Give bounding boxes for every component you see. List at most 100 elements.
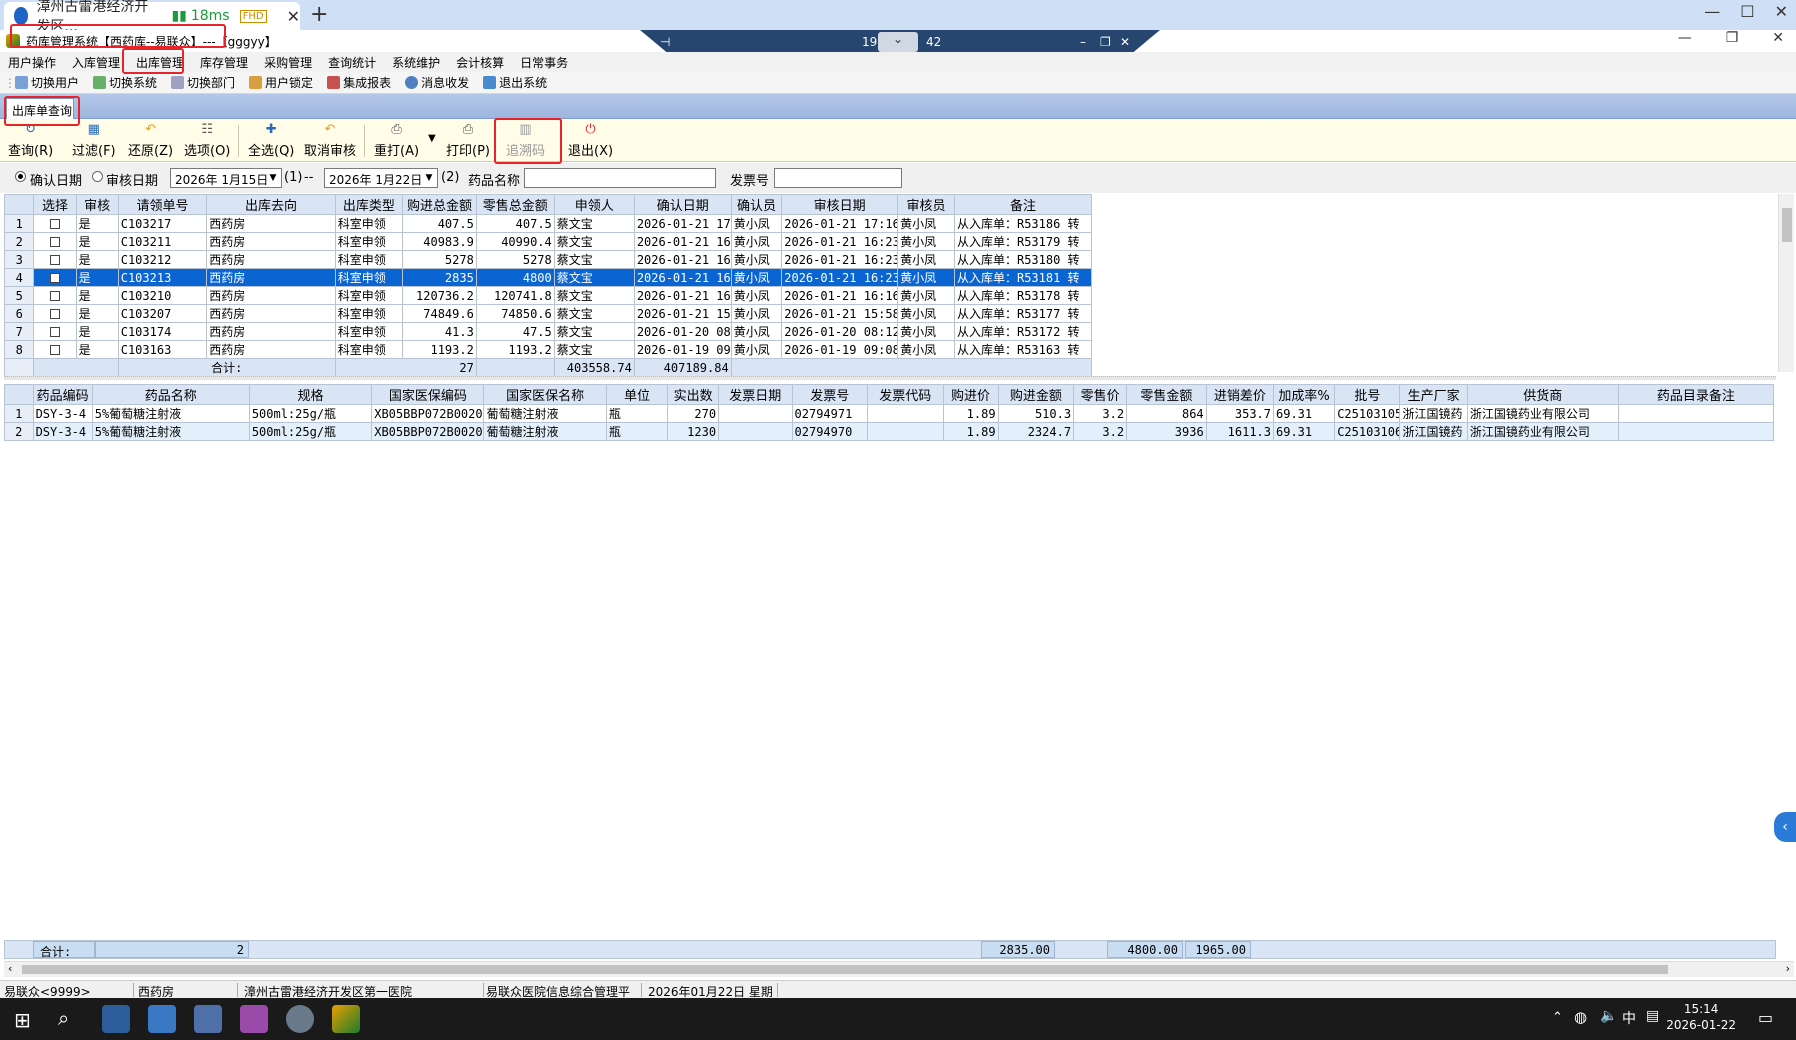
column-header[interactable]: 确认员 — [730, 194, 783, 215]
scroll-thumb[interactable] — [22, 965, 1668, 974]
switch-user-button[interactable]: 切换用户 — [8, 74, 86, 91]
column-header[interactable]: 发票日期 — [718, 384, 793, 405]
select-checkbox[interactable] — [50, 345, 61, 355]
ime-mode-icon[interactable]: ▤ — [1646, 1008, 1659, 1024]
side-panel-toggle-icon[interactable]: ‹ — [1774, 812, 1796, 842]
start-date-picker[interactable]: 2026年 1月15日 ▼ — [170, 168, 282, 188]
select-checkbox[interactable] — [50, 291, 61, 301]
filter-button[interactable]: ▦ 过滤(F) — [72, 122, 116, 159]
taskbar-app-icon[interactable] — [240, 1005, 268, 1033]
select-checkbox[interactable] — [50, 255, 61, 265]
select-checkbox-cell[interactable] — [33, 250, 77, 269]
exit-button[interactable]: ⏻ 退出(X) — [568, 122, 613, 159]
column-header[interactable]: 发票号 — [791, 384, 869, 405]
remote-close-icon[interactable]: ✕ — [1120, 35, 1130, 49]
column-header[interactable]: 购进价 — [942, 384, 999, 405]
column-header[interactable]: 单位 — [605, 384, 669, 405]
taskbar-app-icon[interactable] — [102, 1005, 130, 1033]
windows-start-icon[interactable]: ⊞ — [14, 1008, 31, 1032]
select-checkbox-cell[interactable] — [33, 340, 77, 359]
messages-button[interactable]: 消息收发 — [398, 74, 476, 91]
restore-button[interactable]: ↶ 还原(Z) — [128, 122, 173, 159]
options-button[interactable]: ☷ 选项(O) — [184, 122, 230, 159]
column-header[interactable]: 供货商 — [1466, 384, 1619, 405]
column-header[interactable]: 生产厂家 — [1399, 384, 1468, 405]
select-checkbox-cell[interactable] — [33, 268, 77, 287]
select-checkbox[interactable] — [50, 309, 61, 319]
column-header[interactable]: 请领单号 — [117, 194, 208, 215]
menu-user-ops[interactable]: 用户操作 — [0, 54, 64, 71]
table-row[interactable]: 1 DSY-3-4 5%葡萄糖注射液 500ml:25g/瓶 XB05BBP072B00… — [4, 404, 1775, 423]
table-row[interactable]: 8 是 C103163 西药房 科室申领 1193.2 1193.2 蔡文宝 2026-01-1… — [3, 340, 1093, 359]
column-header[interactable]: 零售总金额 — [475, 194, 555, 215]
menu-accounting[interactable]: 会计核算 — [448, 54, 512, 71]
column-header[interactable]: 药品名称 — [91, 384, 250, 405]
column-header[interactable]: 审核员 — [897, 194, 955, 215]
column-header[interactable]: 零售价 — [1073, 384, 1128, 405]
switch-dept-button[interactable]: 切换部门 — [164, 74, 242, 91]
select-checkbox-cell[interactable] — [33, 322, 77, 341]
table-row[interactable]: 2 DSY-3-4 5%葡萄糖注射液 500ml:25g/瓶 XB05BBP072B00… — [4, 422, 1775, 441]
column-header[interactable]: 批号 — [1334, 384, 1401, 405]
scroll-right-icon[interactable]: › — [1786, 962, 1790, 975]
column-header[interactable]: 零售金额 — [1126, 384, 1207, 405]
column-header[interactable]: 发票代码 — [867, 384, 944, 405]
invoice-input[interactable] — [774, 168, 902, 188]
table-row[interactable]: 3 是 C103212 西药房 科室申领 5278 5278 蔡文宝 2026-01-21 16… — [3, 250, 1093, 269]
column-header[interactable]: 审核日期 — [781, 194, 899, 215]
menu-query-stats[interactable]: 查询统计 — [320, 54, 384, 71]
notification-icon[interactable]: ▭ — [1758, 1008, 1773, 1027]
column-header[interactable]: 备注 — [953, 194, 1093, 215]
table-row[interactable]: 5 是 C103210 西药房 科室申领 120736.2 120741.8 蔡文宝 2026-… — [3, 286, 1093, 305]
table-row[interactable]: 6 是 C103207 西药房 科室申领 74849.6 74850.6 蔡文宝 2026-01… — [3, 304, 1093, 323]
app-minimize-icon[interactable]: — — [1678, 30, 1692, 46]
table-row[interactable]: 2 是 C103211 西药房 科室申领 40983.9 40990.4 蔡文宝 2026-01… — [3, 232, 1093, 251]
column-header[interactable]: 加成率% — [1272, 384, 1336, 405]
column-header[interactable]: 实出数 — [667, 384, 720, 405]
menu-purchase[interactable]: 采购管理 — [256, 54, 320, 71]
select-checkbox-cell[interactable] — [33, 286, 77, 305]
remote-chevron-down-icon[interactable]: ⌄ — [878, 32, 918, 52]
grid-splitter[interactable] — [4, 376, 1776, 380]
table-row[interactable]: 7 是 C103174 西药房 科室申领 41.3 47.5 蔡文宝 2026-01-20 08… — [3, 322, 1093, 341]
maximize-icon[interactable]: ☐ — [1740, 2, 1754, 21]
select-all-button[interactable]: ✚ 全选(Q) — [248, 122, 294, 159]
column-header[interactable]: 购进总金额 — [402, 194, 477, 215]
taskbar-clock[interactable]: 15:14 2026-01-22 — [1666, 1001, 1736, 1033]
scroll-left-icon[interactable]: ‹ — [8, 962, 12, 975]
chevron-down-icon[interactable]: ▼ — [422, 170, 436, 186]
select-checkbox-cell[interactable] — [33, 232, 77, 251]
column-header[interactable]: 进销差价 — [1205, 384, 1275, 405]
column-header[interactable]: 规格 — [248, 384, 373, 405]
chevron-down-icon[interactable]: ▼ — [266, 170, 280, 186]
select-checkbox-cell[interactable] — [33, 214, 77, 233]
pin-icon[interactable]: ⊣ — [660, 35, 670, 49]
column-header[interactable]: 国家医保名称 — [483, 384, 607, 405]
new-tab-button[interactable]: + — [310, 2, 328, 27]
column-header[interactable]: 审核 — [75, 194, 119, 215]
ime-indicator[interactable]: 中 — [1622, 1008, 1636, 1028]
drug-name-input[interactable] — [524, 168, 716, 188]
column-header[interactable]: 药品编码 — [32, 384, 93, 405]
column-header[interactable]: 选择 — [33, 194, 77, 215]
scroll-thumb[interactable] — [1782, 208, 1792, 242]
menu-inbound[interactable]: 入库管理 — [64, 54, 128, 71]
select-checkbox[interactable] — [50, 237, 61, 247]
select-checkbox[interactable] — [50, 273, 61, 283]
column-header[interactable]: 购进金额 — [997, 384, 1075, 405]
cancel-audit-button[interactable]: ↶ 取消审核 — [304, 122, 356, 159]
column-header[interactable]: 申领人 — [553, 194, 635, 215]
column-header[interactable]: 出库类型 — [334, 194, 404, 215]
menu-daily[interactable]: 日常事务 — [512, 54, 576, 71]
taskbar-app-icon[interactable] — [194, 1005, 222, 1033]
select-checkbox[interactable] — [50, 219, 61, 229]
table-row[interactable]: 1 是 C103217 西药房 科室申领 407.5 407.5 蔡文宝 2026-01-21 … — [3, 214, 1093, 233]
column-header[interactable]: 药品目录备注 — [1617, 384, 1775, 405]
exit-system-button[interactable]: 退出系统 — [476, 74, 554, 91]
taskbar-app-icon[interactable] — [332, 1005, 360, 1033]
column-header[interactable]: 确认日期 — [633, 194, 732, 215]
search-icon[interactable]: ⌕ — [58, 1006, 69, 1030]
table-row[interactable]: 4 是 C103213 西药房 科室申领 2835 4800 蔡文宝 2026-01-21 16… — [3, 268, 1093, 287]
app-restore-icon[interactable]: ❐ — [1726, 30, 1739, 46]
close-icon[interactable]: ✕ — [1775, 2, 1788, 21]
